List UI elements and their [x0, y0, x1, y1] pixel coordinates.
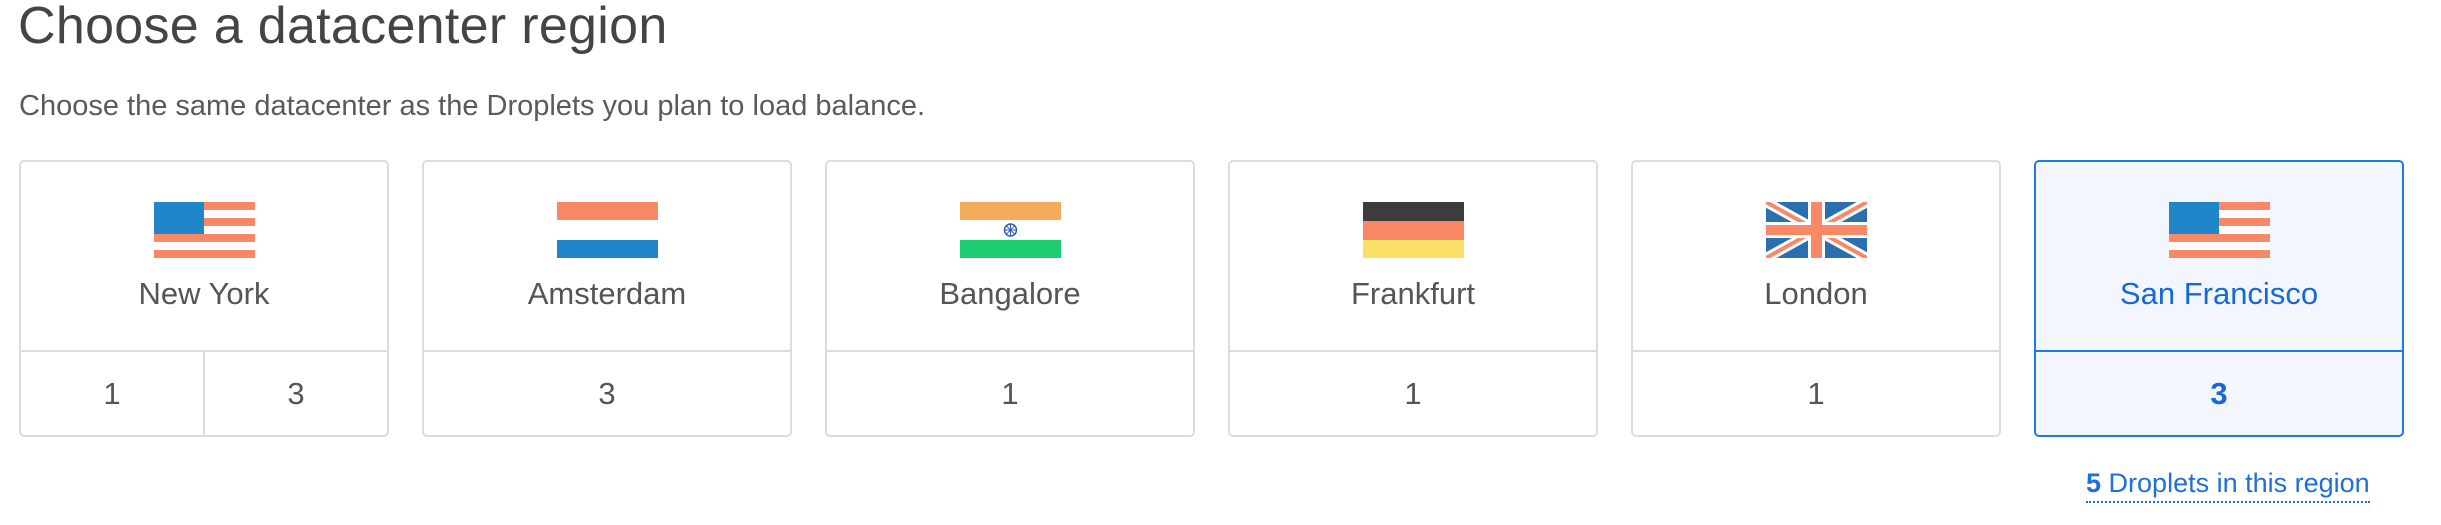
- region-card-london[interactable]: London 1: [1631, 160, 2001, 437]
- us-flag-icon: [2168, 202, 2270, 258]
- india-flag-icon: [959, 202, 1061, 258]
- page-title: Choose a datacenter region: [18, 0, 668, 55]
- region-card-header: New York: [21, 162, 387, 352]
- region-name: New York: [138, 276, 270, 311]
- droplet-count[interactable]: 1: [827, 352, 1193, 435]
- droplets-label: Droplets in this region: [2108, 468, 2370, 498]
- droplet-count[interactable]: 3: [424, 352, 790, 435]
- region-card-header: Amsterdam: [424, 162, 790, 352]
- region-card-san-francisco[interactable]: San Francisco 3: [2034, 160, 2404, 437]
- region-name: Frankfurt: [1350, 276, 1476, 311]
- droplet-count[interactable]: 1: [21, 352, 203, 435]
- region-card-header: San Francisco: [2036, 162, 2402, 352]
- region-counts: 3: [2036, 352, 2402, 435]
- region-card-header: Bangalore: [827, 162, 1193, 352]
- droplet-count[interactable]: 3: [203, 352, 387, 435]
- region-card-amsterdam[interactable]: Amsterdam 3: [422, 160, 792, 437]
- region-counts: 1: [1230, 352, 1596, 435]
- droplets-count: 5: [2086, 468, 2102, 498]
- us-flag-icon: [153, 202, 255, 258]
- region-counts: 3: [424, 352, 790, 435]
- droplet-count[interactable]: 1: [1230, 352, 1596, 435]
- page-subtitle: Choose the same datacenter as the Drople…: [19, 90, 926, 122]
- region-card-bangalore[interactable]: Bangalore 1: [825, 160, 1195, 437]
- region-counts: 1: [827, 352, 1193, 435]
- droplet-count[interactable]: 1: [1633, 352, 1999, 435]
- region-card-header: Frankfurt: [1230, 162, 1596, 352]
- netherlands-flag-icon: [556, 202, 658, 258]
- region-name: London: [1764, 276, 1868, 311]
- region-name: Amsterdam: [527, 276, 687, 311]
- region-cards: New York 1 3 Amsterdam 3 Bangalore 1 Fra…: [19, 160, 2404, 437]
- droplets-in-region-link[interactable]: 5 Droplets in this region: [2086, 465, 2370, 503]
- region-card-new-york[interactable]: New York 1 3: [19, 160, 389, 437]
- droplet-count[interactable]: 3: [2036, 352, 2402, 435]
- germany-flag-icon: [1362, 202, 1464, 258]
- uk-flag-icon: [1765, 202, 1867, 258]
- region-card-frankfurt[interactable]: Frankfurt 1: [1228, 160, 1598, 437]
- region-name: Bangalore: [939, 276, 1081, 311]
- region-counts: 1: [1633, 352, 1999, 435]
- region-name: San Francisco: [2119, 276, 2319, 311]
- region-counts: 1 3: [21, 352, 387, 435]
- region-card-header: London: [1633, 162, 1999, 352]
